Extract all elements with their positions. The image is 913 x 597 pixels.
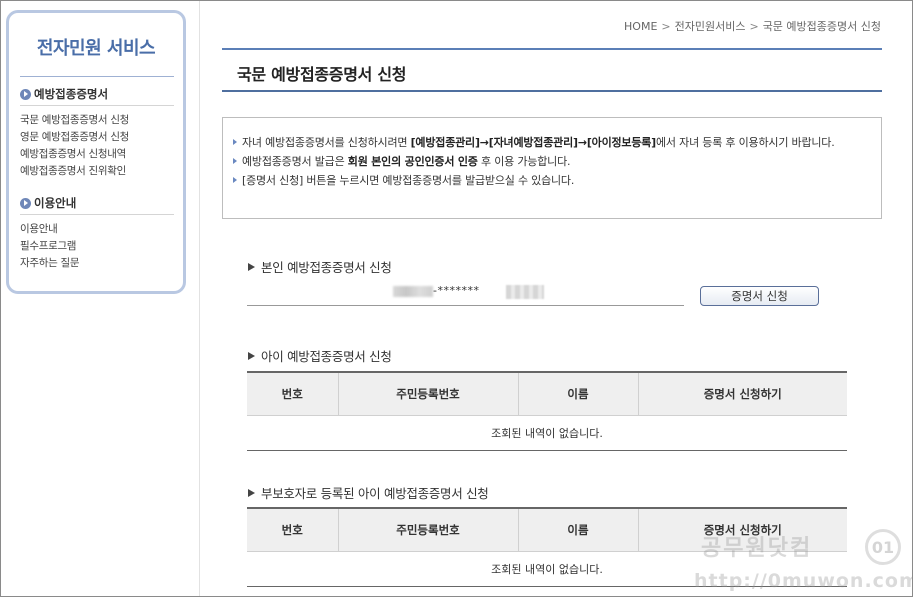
notice-text: 예방접종증명서 발급은 xyxy=(242,155,348,168)
section-heading-label: 본인 예방접종증명서 신청 xyxy=(261,260,392,275)
triangle-icon xyxy=(248,488,255,497)
child-section-heading: 아이 예방접종증명서 신청 xyxy=(248,346,392,365)
title-rule-bottom xyxy=(222,90,882,92)
section-heading-label: 아이 예방접종증명서 신청 xyxy=(261,349,392,364)
sidebar-heading-guide: 이용안내 xyxy=(20,195,76,211)
column-header-request: 증명서 신청하기 xyxy=(638,371,847,416)
breadcrumb-current: 국문 예방접종증명서 신청 xyxy=(762,20,881,33)
sidebar-subdivider xyxy=(20,214,174,215)
notice-text: [증명서 신청] 버튼을 누르시면 예방접종증명서를 발급받으실 수 있습니다. xyxy=(242,174,575,187)
notice-menu-path: [예방접종관리]→[자녀예방접종관리]→[아이정보등록] xyxy=(410,136,657,149)
breadcrumb-home[interactable]: HOME xyxy=(624,20,657,33)
triangle-icon xyxy=(248,351,255,360)
child-table: 번호 주민등록번호 이름 증명서 신청하기 조회된 내역이 없습니다. xyxy=(247,371,847,451)
breadcrumb-separator: > xyxy=(661,20,671,33)
column-header-name: 이름 xyxy=(518,507,639,552)
sidebar-heading-label: 예방접종증명서 xyxy=(34,87,109,101)
sidebar-link-guide[interactable]: 이용안내 xyxy=(20,221,58,236)
empty-message: 조회된 내역이 없습니다. xyxy=(247,415,847,451)
redacted-id-front xyxy=(393,286,433,297)
sidebar-link-programs[interactable]: 필수프로그램 xyxy=(20,238,76,253)
column-header-resident-number: 주민등록번호 xyxy=(338,507,519,552)
sidebar-link-faq[interactable]: 자주하는 질문 xyxy=(20,255,80,270)
breadcrumb-service[interactable]: 전자민원서비스 xyxy=(675,20,746,33)
sidebar-heading-label: 이용안내 xyxy=(34,196,77,210)
sidebar-heading-certificate: 예방접종증명서 xyxy=(20,86,108,102)
watermark-text: 공무원닷컴 xyxy=(701,536,813,561)
triangle-icon xyxy=(248,262,255,271)
certificate-request-button[interactable]: 증명서 신청 xyxy=(700,286,819,306)
masked-resident-number: -******* xyxy=(433,284,480,297)
watermark-logo-icon: 01 xyxy=(865,529,901,565)
notice-text: 에서 자녀 등록 후 이용하시기 바랍니다. xyxy=(656,136,835,149)
notice-emphasis: 회원 본인의 공인인증서 인증 xyxy=(347,155,478,168)
sidebar-subdivider xyxy=(20,105,174,106)
self-info-underline xyxy=(247,305,684,306)
arrow-circle-icon xyxy=(20,88,31,100)
title-rule-top xyxy=(222,48,882,50)
arrow-circle-icon xyxy=(20,197,31,209)
watermark-url: http://0muwon.com xyxy=(694,570,913,592)
notice-item: 예방접종증명서 발급은 회원 본인의 공인인증서 인증 후 이용 가능합니다. xyxy=(232,154,871,169)
sidebar-separator xyxy=(199,1,200,596)
sidebar-title: 전자민원 서비스 xyxy=(36,38,156,59)
section-heading-label: 부보호자로 등록된 아이 예방접종증명서 신청 xyxy=(261,486,489,501)
notice-item: [증명서 신청] 버튼을 누르시면 예방접종증명서를 발급받으실 수 있습니다. xyxy=(232,173,871,188)
sidebar-link-korean-cert[interactable]: 국문 예방접종증명서 신청 xyxy=(20,112,129,127)
sidebar-divider xyxy=(20,76,174,77)
notice-text: 후 이용 가능합니다. xyxy=(477,155,571,168)
breadcrumb: HOME > 전자민원서비스 > 국문 예방접종증명서 신청 xyxy=(624,18,881,34)
notice-box: 자녀 예방접종증명서를 신청하시려면 [예방접종관리]→[자녀예방접종관리]→[… xyxy=(222,117,882,219)
notice-item: 자녀 예방접종증명서를 신청하시려면 [예방접종관리]→[자녀예방접종관리]→[… xyxy=(232,135,871,150)
column-header-resident-number: 주민등록번호 xyxy=(338,371,519,416)
self-section-heading: 본인 예방접종증명서 신청 xyxy=(248,257,392,276)
table-row: 조회된 내역이 없습니다. xyxy=(247,415,847,451)
redacted-name xyxy=(506,285,544,299)
breadcrumb-separator: > xyxy=(749,20,759,33)
sidebar-link-request-history[interactable]: 예방접종증명서 신청내역 xyxy=(20,146,126,161)
sidebar-link-english-cert[interactable]: 영문 예방접종증명서 신청 xyxy=(20,129,129,144)
column-header-number: 번호 xyxy=(247,507,339,552)
sidebar: 전자민원 서비스 예방접종증명서 국문 예방접종증명서 신청 영문 예방접종증명… xyxy=(6,10,186,294)
column-header-name: 이름 xyxy=(518,371,639,416)
sidebar-link-verify[interactable]: 예방접종증명서 진위확인 xyxy=(20,163,126,178)
column-header-number: 번호 xyxy=(247,371,339,416)
page-frame: 전자민원 서비스 예방접종증명서 국문 예방접종증명서 신청 영문 예방접종증명… xyxy=(0,0,913,597)
page-title: 국문 예방접종증명서 신청 xyxy=(237,65,407,84)
guardian-section-heading: 부보호자로 등록된 아이 예방접종증명서 신청 xyxy=(248,483,489,502)
notice-text: 자녀 예방접종증명서를 신청하시려면 xyxy=(242,136,411,149)
